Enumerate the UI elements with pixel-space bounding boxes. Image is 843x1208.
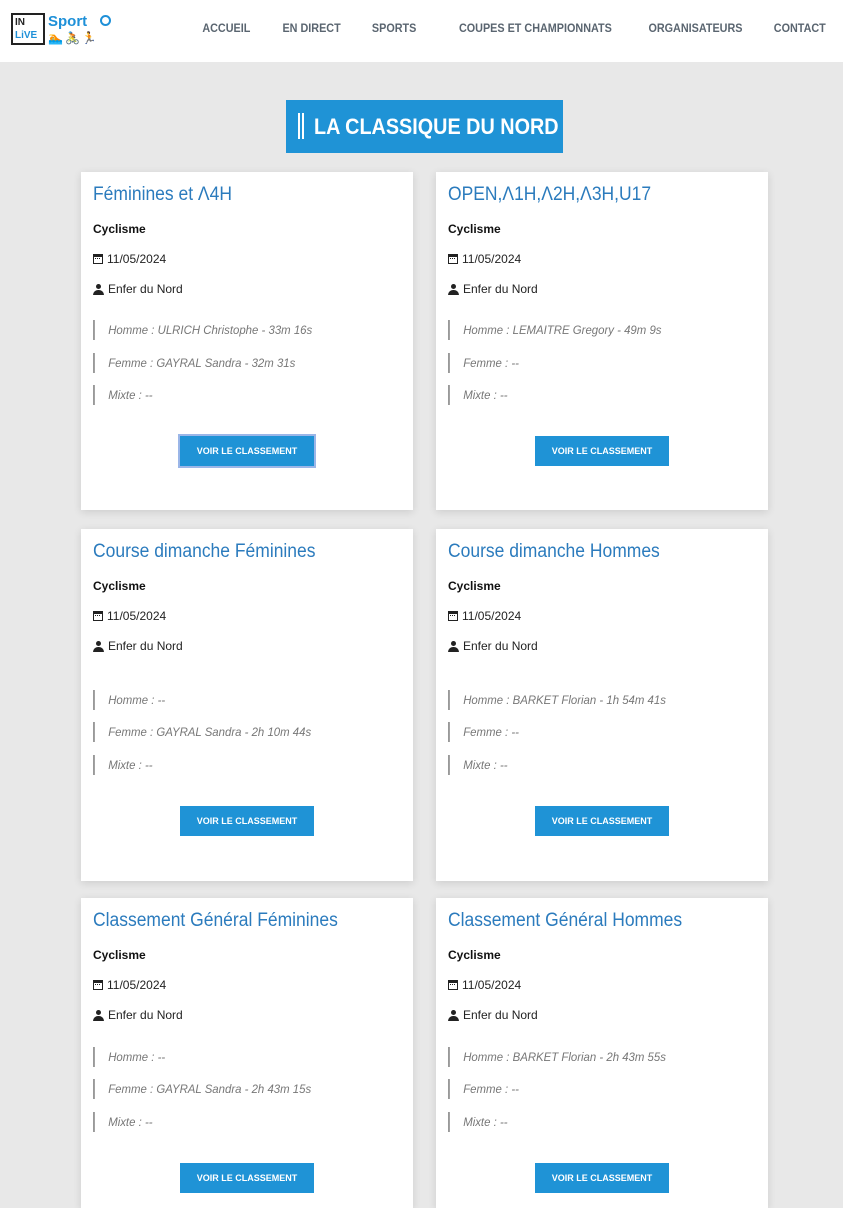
race-organizer: Enfer du Nord — [448, 1008, 538, 1022]
nav-contact[interactable]: CONTACT — [774, 21, 826, 35]
result-homme: Homme : -- — [93, 690, 165, 710]
race-card: Classement Général Hommes Cyclisme 11/05… — [436, 898, 768, 1208]
page-title: LA CLASSIQUE DU NORD — [314, 114, 559, 139]
result-femme: Femme : -- — [448, 1079, 519, 1099]
user-icon — [448, 1009, 459, 1021]
race-date-text: 11/05/2024 — [107, 252, 167, 266]
result-mixte: Mixte : -- — [93, 385, 153, 405]
nav-coupes-championnats[interactable]: COUPES ET CHAMPIONNATS — [459, 21, 612, 35]
race-title: Féminines et Λ4H — [93, 184, 232, 205]
view-ranking-button[interactable]: VOIR LE CLASSEMENT — [180, 806, 314, 836]
nav-accueil[interactable]: ACCUEIL — [202, 21, 250, 35]
race-date-text: 11/05/2024 — [462, 978, 522, 992]
result-mixte: Mixte : -- — [448, 385, 508, 405]
race-date-text: 11/05/2024 — [462, 252, 522, 266]
result-femme: Femme : -- — [448, 722, 519, 742]
result-homme: Homme : BARKET Florian - 1h 54m 41s — [448, 690, 666, 710]
logo-text-live: LiVE — [15, 30, 38, 41]
race-date-text: 11/05/2024 — [107, 978, 167, 992]
result-homme: Homme : ULRICH Christophe - 33m 16s — [93, 320, 312, 340]
stopwatch-icon — [100, 15, 111, 26]
calendar-icon — [448, 980, 458, 990]
calendar-icon — [93, 980, 103, 990]
race-date: 11/05/2024 — [448, 978, 521, 992]
calendar-icon — [448, 611, 458, 621]
user-icon — [93, 640, 104, 652]
user-icon — [448, 283, 459, 295]
race-card: Classement Général Féminines Cyclisme 11… — [81, 898, 413, 1208]
inlive-sport-logo[interactable]: IN LiVE Sport 🏊🚴🏃 — [11, 13, 111, 47]
calendar-icon — [448, 254, 458, 264]
race-date-text: 11/05/2024 — [462, 609, 522, 623]
race-title: Classement Général Hommes — [448, 910, 683, 931]
result-femme: Femme : GAYRAL Sandra - 2h 10m 44s — [93, 722, 311, 742]
race-title: OPEN,Λ1H,Λ2H,Λ3H,U17 — [448, 184, 652, 205]
user-icon — [448, 640, 459, 652]
logo-text-in: IN — [15, 17, 25, 28]
calendar-icon — [93, 254, 103, 264]
top-navbar: IN LiVE Sport 🏊🚴🏃 ACCUEIL EN DIRECT SPOR… — [0, 0, 843, 62]
race-sport: Cyclisme — [93, 948, 146, 962]
view-ranking-button[interactable]: VOIR LE CLASSEMENT — [535, 436, 669, 466]
race-organizer-text: Enfer du Nord — [108, 282, 183, 296]
race-date: 11/05/2024 — [448, 609, 521, 623]
logo-box: IN LiVE — [11, 13, 45, 45]
race-title: Classement Général Féminines — [93, 910, 338, 931]
page-title-banner: LA CLASSIQUE DU NORD — [286, 100, 563, 153]
result-femme: Femme : GAYRAL Sandra - 2h 43m 15s — [93, 1079, 311, 1099]
race-organizer-text: Enfer du Nord — [463, 1008, 538, 1022]
race-sport: Cyclisme — [93, 222, 146, 236]
race-date: 11/05/2024 — [448, 252, 521, 266]
race-organizer-text: Enfer du Nord — [463, 639, 538, 653]
race-organizer-text: Enfer du Nord — [108, 1008, 183, 1022]
race-organizer: Enfer du Nord — [93, 1008, 183, 1022]
view-ranking-button[interactable]: VOIR LE CLASSEMENT — [535, 806, 669, 836]
user-icon — [93, 283, 104, 295]
race-card: Course dimanche Hommes Cyclisme 11/05/20… — [436, 529, 768, 881]
result-homme: Homme : LEMAITRE Gregory - 49m 9s — [448, 320, 661, 340]
logo-text-sport: Sport — [48, 13, 88, 30]
user-icon — [93, 1009, 104, 1021]
view-ranking-button[interactable]: VOIR LE CLASSEMENT — [180, 1163, 314, 1193]
race-date: 11/05/2024 — [93, 252, 166, 266]
race-organizer: Enfer du Nord — [448, 282, 538, 296]
result-femme: Femme : -- — [448, 353, 519, 373]
nav-sports[interactable]: SPORTS — [372, 21, 416, 35]
race-organizer-text: Enfer du Nord — [463, 282, 538, 296]
race-title: Course dimanche Féminines — [93, 541, 316, 562]
race-sport: Cyclisme — [448, 222, 501, 236]
view-ranking-button[interactable]: VOIR LE CLASSEMENT — [535, 1163, 669, 1193]
race-date: 11/05/2024 — [93, 609, 166, 623]
nav-organisateurs[interactable]: ORGANISATEURS — [648, 21, 742, 35]
race-organizer: Enfer du Nord — [93, 639, 183, 653]
race-organizer-text: Enfer du Nord — [108, 639, 183, 653]
result-femme: Femme : GAYRAL Sandra - 32m 31s — [93, 353, 295, 373]
result-homme: Homme : BARKET Florian - 2h 43m 55s — [448, 1047, 666, 1067]
race-card: Féminines et Λ4H Cyclisme 11/05/2024 Enf… — [81, 172, 413, 510]
race-sport: Cyclisme — [448, 579, 501, 593]
result-mixte: Mixte : -- — [448, 1112, 508, 1132]
race-title: Course dimanche Hommes — [448, 541, 660, 562]
race-organizer: Enfer du Nord — [448, 639, 538, 653]
race-date: 11/05/2024 — [93, 978, 166, 992]
title-bars-icon — [298, 113, 306, 139]
triathlon-icons: 🏊🚴🏃 — [48, 31, 99, 45]
main-nav: ACCUEIL EN DIRECT SPORTS COUPES ET CHAMP… — [197, 21, 826, 35]
race-organizer: Enfer du Nord — [93, 282, 183, 296]
calendar-icon — [93, 611, 103, 621]
nav-en-direct[interactable]: EN DIRECT — [282, 21, 340, 35]
view-ranking-button[interactable]: VOIR LE CLASSEMENT — [180, 436, 314, 466]
result-mixte: Mixte : -- — [448, 755, 508, 775]
result-mixte: Mixte : -- — [93, 755, 153, 775]
result-mixte: Mixte : -- — [93, 1112, 153, 1132]
race-card: OPEN,Λ1H,Λ2H,Λ3H,U17 Cyclisme 11/05/2024… — [436, 172, 768, 510]
result-homme: Homme : -- — [93, 1047, 165, 1067]
race-date-text: 11/05/2024 — [107, 609, 167, 623]
race-card: Course dimanche Féminines Cyclisme 11/05… — [81, 529, 413, 881]
race-sport: Cyclisme — [448, 948, 501, 962]
race-sport: Cyclisme — [93, 579, 146, 593]
